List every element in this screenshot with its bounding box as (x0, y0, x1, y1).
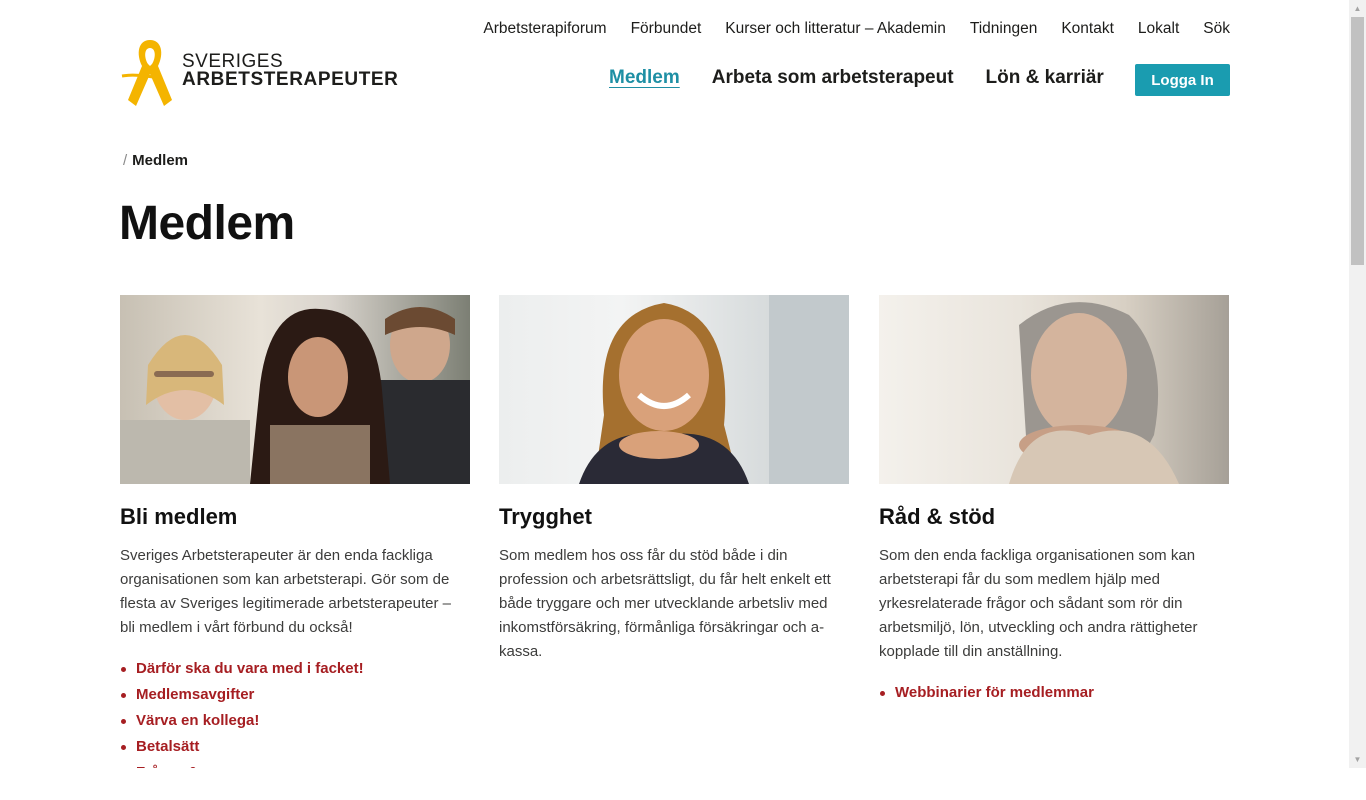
login-button[interactable]: Logga In (1135, 64, 1230, 96)
top-nav-kontakt[interactable]: Kontakt (1061, 20, 1114, 38)
card-text: Sveriges Arbetsterapeuter är den enda fa… (120, 547, 452, 636)
main-nav-medlem[interactable]: Medlem (609, 67, 680, 89)
scroll-up-icon[interactable]: ▲ (1349, 0, 1366, 17)
link-webbinarier[interactable]: Webbinarier för medlemmar (879, 680, 1229, 706)
scroll-down-icon[interactable]: ▼ (1349, 751, 1366, 768)
card-link-list: Webbinarier för medlemmar (879, 680, 1229, 706)
page-title: Medlem (119, 197, 295, 250)
top-navigation: Arbetsterapiforum Förbundet Kurser och l… (483, 20, 1230, 38)
link-fragor-svar[interactable]: Frågor & svar (120, 760, 470, 768)
vertical-scrollbar[interactable]: ▲ ▼ (1349, 0, 1366, 768)
ribbon-icon (121, 40, 172, 106)
card-image-group-photo[interactable] (120, 295, 470, 484)
breadcrumb-separator: / (123, 152, 128, 169)
top-nav-sok[interactable]: Sök (1203, 20, 1230, 38)
main-navigation: Medlem Arbeta som arbetsterapeut Lön & k… (609, 67, 1104, 89)
card-bli-medlem: Bli medlem Sveriges Arbetsterapeuter är … (120, 295, 470, 768)
card-title: Trygghet (499, 504, 592, 529)
link-darfor-facket[interactable]: Därför ska du vara med i facket! (120, 656, 470, 682)
scrollbar-thumb[interactable] (1351, 17, 1364, 265)
top-nav-forbundet[interactable]: Förbundet (631, 20, 702, 38)
top-nav-arbetsterapiforum[interactable]: Arbetsterapiforum (483, 20, 606, 38)
breadcrumb: / Medlem (123, 152, 188, 169)
top-nav-lokalt[interactable]: Lokalt (1138, 20, 1179, 38)
bottom-blank-area (0, 768, 1366, 800)
site-logo[interactable]: SVERIGES ARBETSTERAPEUTER (120, 36, 398, 110)
top-nav-tidningen[interactable]: Tidningen (970, 20, 1038, 38)
card-image-smiling-woman[interactable] (499, 295, 849, 484)
link-medlemsavgifter[interactable]: Medlemsavgifter (120, 682, 470, 708)
link-varva-kollega[interactable]: Värva en kollega! (120, 708, 470, 734)
card-title: Råd & stöd (879, 504, 996, 529)
main-nav-lon-karriar[interactable]: Lön & karriär (986, 67, 1104, 89)
card-text: Som den enda fackliga organisationen som… (879, 547, 1198, 660)
card-text: Som medlem hos oss får du stöd både i di… (499, 547, 831, 660)
logo-line-2: ARBETSTERAPEUTER (182, 69, 399, 90)
card-trygghet: Trygghet Som medlem hos oss får du stöd … (499, 295, 849, 664)
card-image-elderly-woman[interactable] (879, 295, 1229, 484)
card-title: Bli medlem (120, 504, 238, 529)
top-nav-kurser[interactable]: Kurser och litteratur – Akademin (725, 20, 946, 38)
card-link-list: Därför ska du vara med i facket! Medlems… (120, 656, 470, 768)
link-betalsatt[interactable]: Betalsätt (120, 734, 470, 760)
breadcrumb-current: Medlem (132, 152, 189, 169)
main-nav-arbeta[interactable]: Arbeta som arbetsterapeut (712, 67, 954, 89)
card-rad-stod: Råd & stöd Som den enda fackliga organis… (879, 295, 1229, 706)
page-viewport: SVERIGES ARBETSTERAPEUTER Arbetsterapifo… (0, 0, 1366, 768)
